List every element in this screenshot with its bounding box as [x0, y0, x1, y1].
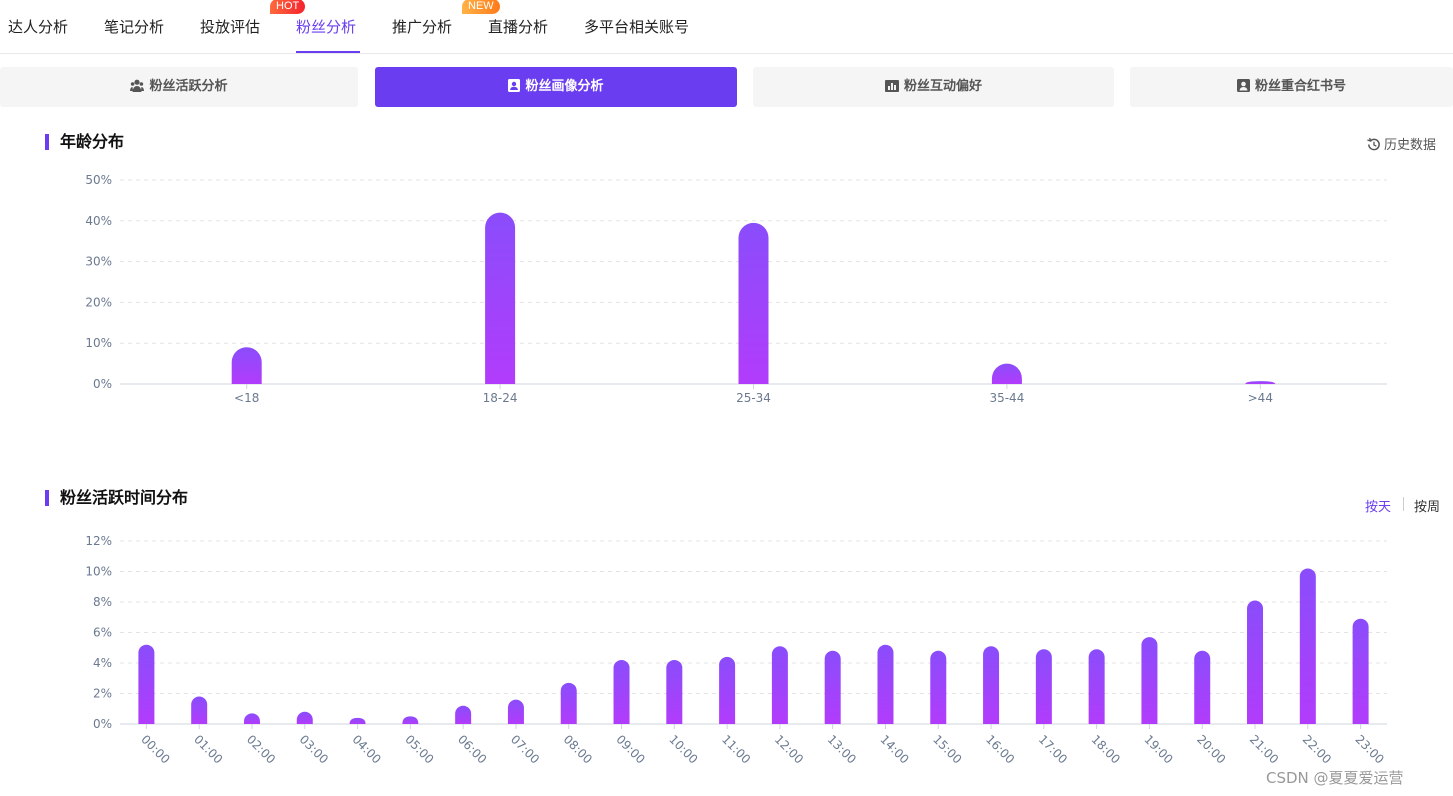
x-tick-label: 16:00 [983, 732, 1017, 766]
x-tick-label: 20:00 [1194, 732, 1228, 766]
y-tick-label: 2% [93, 687, 112, 701]
bar [138, 644, 155, 724]
x-tick-label: 18:00 [1089, 732, 1123, 766]
active-time-distribution-chart: 0% 2% 4% 6% 8% 10% 12% 00:00 01:00 02:00 03:00 04:0… [85, 534, 1387, 767]
x-tick-label: 01:00 [191, 732, 225, 766]
x-tick-label: 22:00 [1300, 732, 1334, 766]
x-tick-label: 23:00 [1352, 732, 1386, 766]
x-tick-label: 09:00 [613, 732, 647, 766]
x-tick-label: 07:00 [508, 732, 542, 766]
bar [1352, 618, 1369, 724]
bar [507, 699, 524, 724]
bar [349, 717, 366, 724]
x-tick-label: 02:00 [244, 732, 278, 766]
bar [1088, 649, 1105, 724]
bar [1035, 649, 1052, 724]
bar [666, 659, 683, 724]
bar [296, 711, 313, 724]
bar [243, 713, 260, 724]
x-tick-label: 14:00 [877, 732, 911, 766]
x-tick-label: 21:00 [1247, 732, 1281, 766]
y-tick-label: 4% [93, 656, 112, 670]
bar [877, 644, 894, 724]
x-tick-label: 11:00 [719, 732, 753, 766]
x-tick-label: 12:00 [772, 732, 806, 766]
bar [771, 646, 788, 724]
x-tick-label: 00:00 [138, 732, 172, 766]
y-tick-label: 10% [85, 565, 112, 579]
y-tick-label: 12% [85, 534, 112, 548]
bar [191, 696, 208, 724]
bar [560, 682, 577, 724]
x-tick-label: 03:00 [297, 732, 331, 766]
bar [1299, 568, 1316, 724]
y-tick-label: 8% [93, 595, 112, 609]
x-tick-label: 13:00 [825, 732, 859, 766]
y-tick-label: 0% [93, 717, 112, 731]
bar [402, 716, 419, 724]
x-tick-label: 17:00 [1036, 732, 1070, 766]
bar [824, 650, 841, 724]
x-tick-label: 04:00 [349, 732, 383, 766]
x-tick-label: 08:00 [561, 732, 595, 766]
bar [455, 705, 472, 724]
bar [1247, 600, 1264, 724]
bar [1194, 650, 1211, 724]
y-tick-label: 6% [93, 626, 112, 640]
x-tick-label: 15:00 [930, 732, 964, 766]
watermark: CSDN @夏夏爱运营 [1266, 769, 1404, 787]
bar [613, 659, 630, 724]
x-tick-label: 06:00 [455, 732, 489, 766]
x-tick-label: 05:00 [402, 732, 436, 766]
bar [930, 650, 947, 724]
bar [719, 656, 736, 724]
x-tick-label: 10:00 [666, 732, 700, 766]
x-tick-label: 19:00 [1141, 732, 1175, 766]
bar [1141, 637, 1158, 724]
bar [983, 646, 1000, 724]
